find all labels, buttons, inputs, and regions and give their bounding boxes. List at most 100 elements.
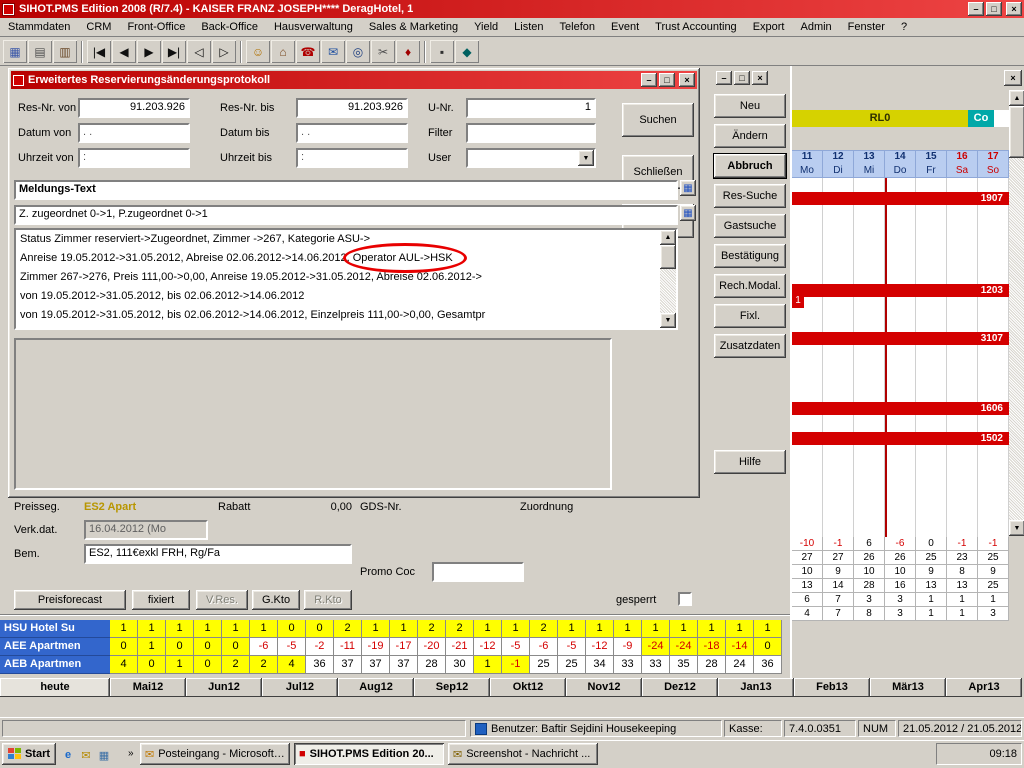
menu-telefon[interactable]: Telefon bbox=[552, 18, 603, 36]
table-cell[interactable]: 0 bbox=[138, 656, 166, 674]
table-cell[interactable]: 1 bbox=[474, 620, 502, 638]
menu-fenster[interactable]: Fenster bbox=[840, 18, 893, 36]
table-cell[interactable]: 2 bbox=[222, 656, 250, 674]
row-header-aee-apartmen[interactable]: AEE Apartmen bbox=[0, 638, 110, 656]
filter-input[interactable] bbox=[466, 123, 596, 143]
table-cell[interactable]: 0 bbox=[110, 638, 138, 656]
table-cell[interactable]: 36 bbox=[306, 656, 334, 674]
tab-jul12[interactable]: Jul12 bbox=[262, 678, 338, 697]
zusatzdaten-button[interactable]: Zusatzdaten bbox=[714, 334, 786, 358]
table-cell[interactable]: 1 bbox=[614, 620, 642, 638]
menu-export[interactable]: Export bbox=[745, 18, 793, 36]
menu-yield[interactable]: Yield bbox=[466, 18, 506, 36]
table-cell[interactable]: -24 bbox=[670, 638, 698, 656]
table-cell[interactable]: 37 bbox=[334, 656, 362, 674]
ndern-button[interactable]: Ändern bbox=[714, 124, 786, 148]
next-page-icon[interactable]: ▷ bbox=[212, 40, 236, 63]
minimize-button[interactable]: – bbox=[968, 2, 984, 16]
table-cell[interactable]: 0 bbox=[194, 656, 222, 674]
table-cell[interactable]: 1 bbox=[698, 620, 726, 638]
tab-jan13[interactable]: Jan13 bbox=[718, 678, 794, 697]
table-cell[interactable]: 1 bbox=[502, 620, 530, 638]
user-select[interactable] bbox=[466, 148, 596, 168]
task-sihot-pms-edition-20[interactable]: ■SIHOT.PMS Edition 20... bbox=[294, 743, 444, 765]
res-nr-von-input[interactable]: 91.203.926 bbox=[78, 98, 190, 118]
protocol-list-row-1[interactable]: Status Zimmer reserviert->Zugeordnet, Zi… bbox=[16, 230, 658, 249]
user-dropdown-icon[interactable]: ▼ bbox=[578, 150, 594, 166]
protocol-list-row-5[interactable]: von 19.05.2012->31.05.2012, bis 02.06.20… bbox=[16, 306, 658, 325]
g-kto-button[interactable]: G.Kto bbox=[252, 590, 300, 610]
table-cell[interactable]: 4 bbox=[278, 656, 306, 674]
menu-sales-marketing[interactable]: Sales & Marketing bbox=[361, 18, 466, 36]
reservation-bar-2[interactable]: 1203 bbox=[792, 284, 1009, 297]
table-cell[interactable]: 37 bbox=[390, 656, 418, 674]
table-cell[interactable]: -21 bbox=[446, 638, 474, 656]
table-cell[interactable]: 0 bbox=[306, 620, 334, 638]
scroll-down-icon[interactable]: ▼ bbox=[1009, 520, 1024, 536]
table-cell[interactable]: 25 bbox=[558, 656, 586, 674]
alarm-icon[interactable]: ♦ bbox=[396, 40, 420, 63]
table-cell[interactable]: 1 bbox=[390, 620, 418, 638]
guest-icon[interactable]: ☺ bbox=[246, 40, 270, 63]
list-scroll-down-icon[interactable]: ▼ bbox=[660, 313, 676, 328]
menu-admin[interactable]: Admin bbox=[792, 18, 839, 36]
table-cell[interactable]: 0 bbox=[754, 638, 782, 656]
table-cell[interactable]: 1 bbox=[110, 620, 138, 638]
dialog-maximize-button[interactable]: □ bbox=[659, 73, 675, 87]
show-desktop-icon[interactable]: ▦ bbox=[96, 747, 112, 763]
menu-front-office[interactable]: Front-Office bbox=[119, 18, 193, 36]
u-nr-input[interactable]: 1 bbox=[466, 98, 596, 118]
table-cell[interactable]: -5 bbox=[278, 638, 306, 656]
task-posteingang-microsoft[interactable]: ✉Posteingang - Microsoft ... bbox=[140, 743, 290, 765]
uhrzeit-bis-input[interactable]: : bbox=[296, 148, 408, 168]
table-cell[interactable]: 0 bbox=[194, 638, 222, 656]
table-cell[interactable]: 1 bbox=[138, 620, 166, 638]
table-cell[interactable]: 0 bbox=[278, 620, 306, 638]
table-cell[interactable]: -18 bbox=[698, 638, 726, 656]
suchen-button[interactable]: Suchen bbox=[622, 103, 694, 137]
neu-button[interactable]: Neu bbox=[714, 94, 786, 118]
panel-close-button[interactable]: × bbox=[1004, 70, 1022, 86]
roomplan-scrollbar[interactable]: ▲ ▼ bbox=[1009, 90, 1024, 536]
menu-listen[interactable]: Listen bbox=[506, 18, 551, 36]
table-cell[interactable]: -14 bbox=[726, 638, 754, 656]
table-cell[interactable]: 1 bbox=[222, 620, 250, 638]
table-cell[interactable]: 30 bbox=[446, 656, 474, 674]
table-cell[interactable]: -6 bbox=[250, 638, 278, 656]
table-cell[interactable]: 33 bbox=[642, 656, 670, 674]
tab-mai12[interactable]: Mai12 bbox=[110, 678, 186, 697]
fixl-button[interactable]: Fixl. bbox=[714, 304, 786, 328]
protocol-list-row-2[interactable]: Anreise 19.05.2012->31.05.2012, Abreise … bbox=[16, 249, 658, 268]
protocol-list-row-3[interactable]: Zimmer 267->276, Preis 111,00->0,00, Anr… bbox=[16, 268, 658, 287]
table-cell[interactable]: -5 bbox=[558, 638, 586, 656]
column-config-icon-2[interactable]: ▦ bbox=[680, 205, 696, 221]
table-cell[interactable]: -20 bbox=[418, 638, 446, 656]
table-cell[interactable]: 36 bbox=[754, 656, 782, 674]
menu-stammdaten[interactable]: Stammdaten bbox=[0, 18, 78, 36]
menu-event[interactable]: Event bbox=[603, 18, 647, 36]
promo-code-input[interactable] bbox=[432, 562, 524, 582]
menu-crm[interactable]: CRM bbox=[78, 18, 119, 36]
scroll-up-icon[interactable]: ▲ bbox=[1009, 90, 1024, 106]
table-cell[interactable]: 37 bbox=[362, 656, 390, 674]
table-cell[interactable]: 1 bbox=[642, 620, 670, 638]
tab-apr13[interactable]: Apr13 bbox=[946, 678, 1022, 697]
protocol-list-row-4[interactable]: von 19.05.2012->31.05.2012, bis 02.06.20… bbox=[16, 287, 658, 306]
table-cell[interactable]: -17 bbox=[390, 638, 418, 656]
tab-m-r13[interactable]: Mär13 bbox=[870, 678, 946, 697]
outlook-icon[interactable]: ✉ bbox=[78, 747, 94, 763]
reservation-bar-1[interactable]: 1907 bbox=[792, 192, 1009, 205]
table-cell[interactable]: 1 bbox=[166, 620, 194, 638]
menu-back-office[interactable]: Back-Office bbox=[193, 18, 266, 36]
table-cell[interactable]: 1 bbox=[138, 638, 166, 656]
table-cell[interactable]: -5 bbox=[502, 638, 530, 656]
table-cell[interactable]: -12 bbox=[586, 638, 614, 656]
tab-okt12[interactable]: Okt12 bbox=[490, 678, 566, 697]
abbruch-button[interactable]: Abbruch bbox=[714, 154, 786, 178]
table-cell[interactable]: -11 bbox=[334, 638, 362, 656]
table-cell[interactable]: -1 bbox=[502, 656, 530, 674]
res-suche-button[interactable]: Res-Suche bbox=[714, 184, 786, 208]
table-cell[interactable]: 1 bbox=[754, 620, 782, 638]
preisforecast-button[interactable]: Preisforecast bbox=[14, 590, 126, 610]
table-cell[interactable]: -19 bbox=[362, 638, 390, 656]
